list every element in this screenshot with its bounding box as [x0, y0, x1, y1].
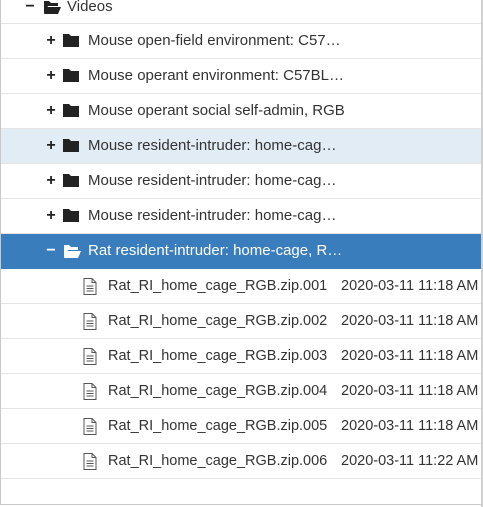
folder-label: Mouse open-field environment: C57…	[88, 32, 341, 49]
tree-row-folder[interactable]: + Mouse operant social self-admin, RGB	[1, 94, 482, 129]
tree-row-folder[interactable]: + Mouse resident-intruder: home-cag…	[1, 164, 482, 199]
folder-icon	[63, 68, 81, 84]
folder-label: Videos	[67, 0, 113, 15]
file-icon	[83, 453, 101, 470]
expand-toggle[interactable]: +	[44, 173, 58, 189]
folder-label: Rat resident-intruder: home-cage, R…	[88, 242, 343, 259]
folder-label: Mouse resident-intruder: home-cag…	[88, 207, 337, 224]
collapse-toggle[interactable]: −	[23, 0, 37, 15]
expand-toggle[interactable]: +	[44, 68, 58, 84]
file-icon	[83, 348, 101, 365]
file-modified-date: 2020-03-11 11:18 AM	[341, 348, 479, 364]
folder-icon	[63, 208, 81, 224]
file-tree: − Videos + Mouse open-field environment:…	[1, 0, 482, 479]
tree-row-file[interactable]: Rat_RI_home_cage_RGB.zip.002 2020-03-11 …	[1, 304, 482, 339]
tree-row-file[interactable]: Rat_RI_home_cage_RGB.zip.004 2020-03-11 …	[1, 374, 482, 409]
tree-row-folder-hovered[interactable]: + Mouse resident-intruder: home-cag…	[1, 129, 482, 164]
file-name: Rat_RI_home_cage_RGB.zip.006	[108, 453, 328, 469]
file-modified-date: 2020-03-11 11:18 AM	[341, 313, 479, 329]
file-name: Rat_RI_home_cage_RGB.zip.004	[108, 383, 328, 399]
file-name: Rat_RI_home_cage_RGB.zip.003	[108, 348, 328, 364]
expand-toggle[interactable]: +	[44, 138, 58, 154]
file-name: Rat_RI_home_cage_RGB.zip.002	[108, 313, 328, 329]
tree-row-folder[interactable]: + Mouse open-field environment: C57…	[1, 24, 482, 59]
file-modified-date: 2020-03-11 11:22 AM	[341, 453, 479, 469]
expand-toggle[interactable]: +	[44, 33, 58, 49]
expand-toggle[interactable]: +	[44, 103, 58, 119]
folder-icon	[63, 173, 81, 189]
folder-icon	[63, 103, 81, 119]
file-icon	[83, 418, 101, 435]
folder-label: Mouse operant environment: C57BL…	[88, 67, 344, 84]
expand-toggle[interactable]: +	[44, 208, 58, 224]
folder-label: Mouse resident-intruder: home-cag…	[88, 172, 337, 189]
folder-open-icon	[43, 0, 61, 15]
tree-row-file[interactable]: Rat_RI_home_cage_RGB.zip.003 2020-03-11 …	[1, 339, 482, 374]
tree-row-file[interactable]: Rat_RI_home_cage_RGB.zip.001 2020-03-11 …	[1, 269, 482, 304]
tree-row-videos[interactable]: − Videos	[1, 0, 482, 24]
folder-open-icon	[63, 243, 81, 259]
folder-label: Mouse operant social self-admin, RGB	[88, 102, 345, 119]
tree-row-file[interactable]: Rat_RI_home_cage_RGB.zip.006 2020-03-11 …	[1, 444, 482, 479]
folder-icon	[63, 33, 81, 49]
tree-row-file[interactable]: Rat_RI_home_cage_RGB.zip.005 2020-03-11 …	[1, 409, 482, 444]
file-tree-panel: − Videos + Mouse open-field environment:…	[0, 0, 482, 505]
file-name: Rat_RI_home_cage_RGB.zip.005	[108, 418, 328, 434]
folder-icon	[63, 138, 81, 154]
file-icon	[83, 278, 101, 295]
file-modified-date: 2020-03-11 11:18 AM	[341, 278, 479, 294]
tree-row-folder[interactable]: + Mouse operant environment: C57BL…	[1, 59, 482, 94]
collapse-toggle[interactable]: −	[44, 243, 58, 259]
folder-label: Mouse resident-intruder: home-cag…	[88, 137, 337, 154]
file-name: Rat_RI_home_cage_RGB.zip.001	[108, 278, 328, 294]
file-modified-date: 2020-03-11 11:18 AM	[341, 383, 479, 399]
file-icon	[83, 383, 101, 400]
tree-row-folder[interactable]: + Mouse resident-intruder: home-cag…	[1, 199, 482, 234]
tree-row-folder-selected[interactable]: − Rat resident-intruder: home-cage, R…	[1, 234, 482, 269]
file-modified-date: 2020-03-11 11:18 AM	[341, 418, 479, 434]
file-icon	[83, 313, 101, 330]
